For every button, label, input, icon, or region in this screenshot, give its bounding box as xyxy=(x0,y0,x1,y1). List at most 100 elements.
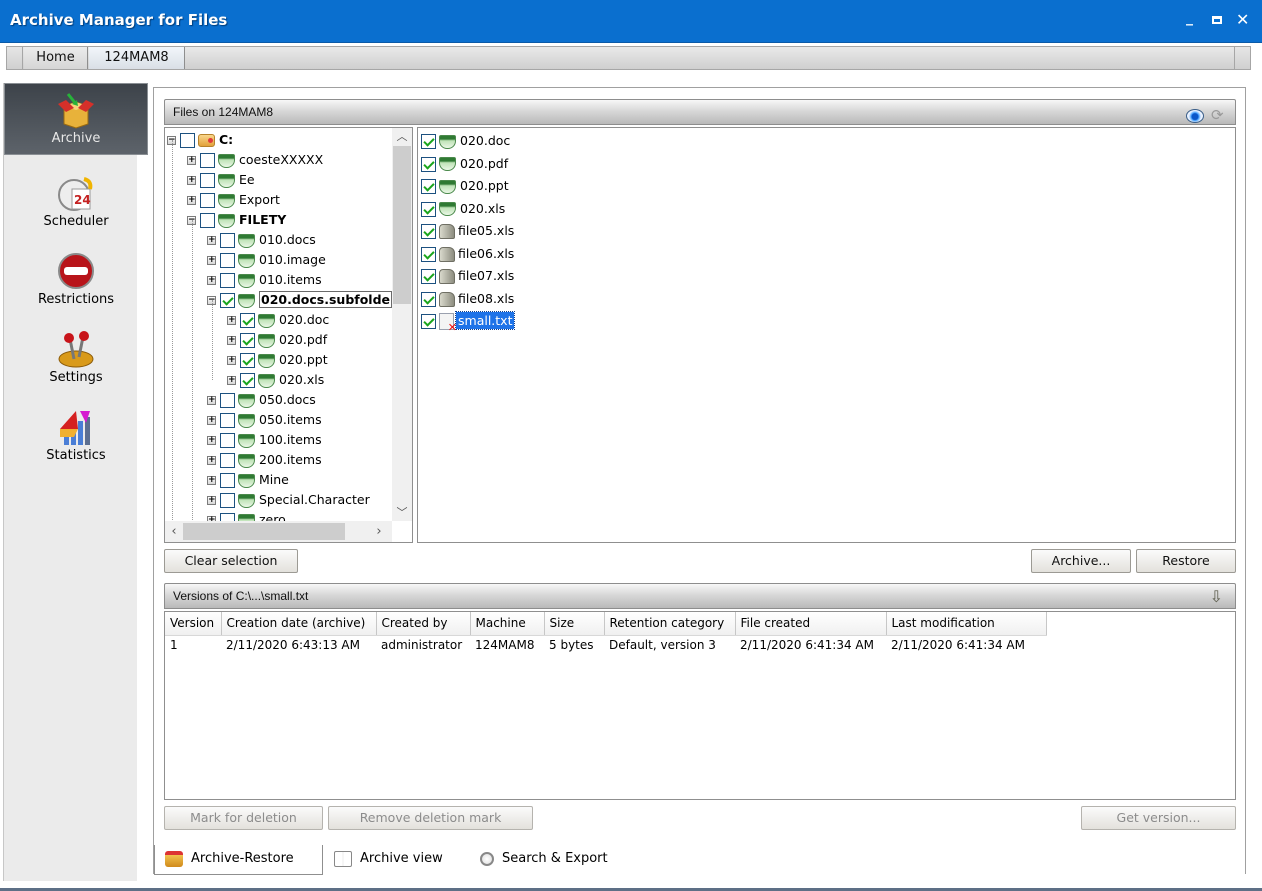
scroll-down-arrow[interactable]: ﹀ xyxy=(392,504,412,521)
column-header[interactable]: File created xyxy=(735,612,887,636)
tree-node-label[interactable]: C: xyxy=(219,132,233,147)
file-checkbox[interactable] xyxy=(421,156,436,172)
tree-vertical-scrollbar[interactable]: ︿ ﹀ xyxy=(392,128,412,521)
close-button[interactable]: ✕ xyxy=(1236,10,1249,29)
remove-deletion-mark-button[interactable]: Remove deletion mark xyxy=(328,806,533,830)
file-list-item[interactable]: file07.xls xyxy=(421,265,514,287)
file-list-item[interactable]: small.txt xyxy=(421,310,516,333)
table-row[interactable]: 1 2/11/2020 6:43:13 AM administrator 124MAM… xyxy=(165,635,1046,655)
eye-icon[interactable] xyxy=(1185,108,1204,123)
tree-node[interactable]: − FILETY xyxy=(187,210,286,230)
tree-checkbox[interactable] xyxy=(240,313,255,328)
file-name[interactable]: small.txt xyxy=(454,311,516,330)
tree-node-label[interactable]: Export xyxy=(239,192,280,207)
tree-node[interactable]: +020.doc xyxy=(227,310,329,330)
tree-node-label[interactable]: 020.pdf xyxy=(279,332,327,347)
tree-node-label[interactable]: FILETY xyxy=(239,212,286,227)
file-checkbox[interactable] xyxy=(421,269,436,284)
tree-checkbox[interactable] xyxy=(220,233,235,248)
expand-icon[interactable]: + xyxy=(207,456,216,465)
tree-node[interactable]: +200.items xyxy=(207,450,322,470)
nav-tab-home[interactable]: Home xyxy=(24,47,88,69)
tree-node[interactable]: +010.image xyxy=(207,250,326,270)
column-header[interactable]: Retention category xyxy=(604,612,736,636)
expand-icon[interactable]: + xyxy=(207,476,216,485)
tree-checkbox[interactable] xyxy=(220,453,235,468)
column-header[interactable]: Version xyxy=(165,612,222,636)
tree-horizontal-scrollbar[interactable]: ‹ › xyxy=(165,521,392,542)
tree-checkbox[interactable] xyxy=(220,413,235,428)
tree-checkbox[interactable] xyxy=(220,393,235,408)
file-checkbox[interactable] xyxy=(421,179,436,194)
tree-checkbox[interactable] xyxy=(200,173,215,188)
sidebar-item-settings[interactable]: Settings xyxy=(4,323,148,397)
expand-icon[interactable]: + xyxy=(207,496,216,505)
tree-node[interactable]: + Export xyxy=(187,190,280,210)
file-name[interactable]: 020.doc xyxy=(460,133,510,148)
expand-icon[interactable]: + xyxy=(207,236,216,245)
tree-node[interactable]: +020.xls xyxy=(227,370,324,390)
tree-node-label[interactable]: Special.Character xyxy=(259,492,370,507)
file-list-item[interactable]: file05.xls xyxy=(421,220,514,242)
column-header[interactable]: Created by xyxy=(376,612,471,636)
tree-node-label[interactable]: coesteXXXXX xyxy=(239,152,323,167)
expand-icon[interactable]: + xyxy=(187,196,196,205)
tree-checkbox[interactable] xyxy=(200,153,215,168)
column-header[interactable]: Creation date (archive) xyxy=(221,612,377,636)
expand-icon[interactable]: + xyxy=(207,396,216,405)
restore-button[interactable]: Restore xyxy=(1136,549,1236,573)
tree-node-label[interactable]: 020.ppt xyxy=(279,352,328,367)
expand-icon[interactable]: + xyxy=(207,256,216,265)
tree-node-label[interactable]: 020.docs.subfolde xyxy=(259,291,392,308)
file-checkbox[interactable] xyxy=(421,134,436,149)
tree-node[interactable]: + coesteXXXXX xyxy=(187,150,323,170)
tree-node[interactable]: +100.items xyxy=(207,430,322,450)
tree-node-label[interactable]: 020.xls xyxy=(279,372,324,387)
expand-icon[interactable]: + xyxy=(187,156,196,165)
tree-checkbox[interactable] xyxy=(220,473,235,488)
file-checkbox[interactable] xyxy=(421,314,436,329)
sidebar-item-archive[interactable]: Archive xyxy=(4,83,148,155)
tree-checkbox[interactable] xyxy=(200,193,215,208)
tree-node-label[interactable]: 020.doc xyxy=(279,312,329,327)
tree-node-label[interactable]: 200.items xyxy=(259,452,322,467)
tree-checkbox[interactable] xyxy=(240,373,255,388)
tree-checkbox[interactable] xyxy=(240,353,255,368)
expand-icon[interactable]: + xyxy=(227,316,236,325)
file-list-item[interactable]: file06.xls xyxy=(421,243,514,265)
get-version-button[interactable]: Get version... xyxy=(1081,806,1236,830)
tree-node[interactable]: −020.docs.subfolde xyxy=(207,290,392,310)
tree-node-label[interactable]: 100.items xyxy=(259,432,322,447)
sidebar-item-restrictions[interactable]: Restrictions xyxy=(4,245,148,319)
file-checkbox[interactable] xyxy=(421,201,436,217)
sidebar-item-statistics[interactable]: Statistics xyxy=(4,401,148,475)
sidebar-item-scheduler[interactable]: 24 Scheduler xyxy=(4,167,148,241)
file-checkbox[interactable] xyxy=(421,291,436,307)
file-name[interactable]: 020.xls xyxy=(460,201,505,216)
file-list-item[interactable]: 020.doc xyxy=(421,130,510,152)
tree-checkbox[interactable] xyxy=(220,253,235,268)
scroll-thumb[interactable] xyxy=(393,146,411,304)
tree-checkbox[interactable] xyxy=(200,213,215,228)
tree-node[interactable]: − C: xyxy=(167,130,233,150)
tree-node[interactable]: +020.ppt xyxy=(227,350,328,370)
expand-icon[interactable]: + xyxy=(227,336,236,345)
column-header[interactable]: Size xyxy=(544,612,605,636)
expand-icon[interactable]: + xyxy=(227,356,236,365)
tree-checkbox[interactable] xyxy=(220,493,235,508)
maximize-button[interactable] xyxy=(1212,12,1222,28)
file-checkbox[interactable] xyxy=(421,246,436,262)
file-list-item[interactable]: file08.xls xyxy=(421,288,514,310)
tree-node[interactable]: +020.pdf xyxy=(227,330,327,350)
file-checkbox[interactable] xyxy=(421,224,436,239)
refresh-icon[interactable]: ⟳ xyxy=(1211,107,1227,124)
scroll-thumb-horizontal[interactable] xyxy=(183,523,345,540)
scroll-left-arrow[interactable]: ‹ xyxy=(165,521,183,542)
tree-checkbox[interactable] xyxy=(240,333,255,348)
tree-checkbox[interactable] xyxy=(220,273,235,288)
tree-checkbox[interactable] xyxy=(220,293,235,308)
tree-node[interactable]: + Mine xyxy=(207,470,289,490)
tree-node-label[interactable]: 010.docs xyxy=(259,232,316,247)
scroll-up-arrow[interactable]: ︿ xyxy=(392,128,412,145)
file-list-item[interactable]: 020.ppt xyxy=(421,175,509,197)
